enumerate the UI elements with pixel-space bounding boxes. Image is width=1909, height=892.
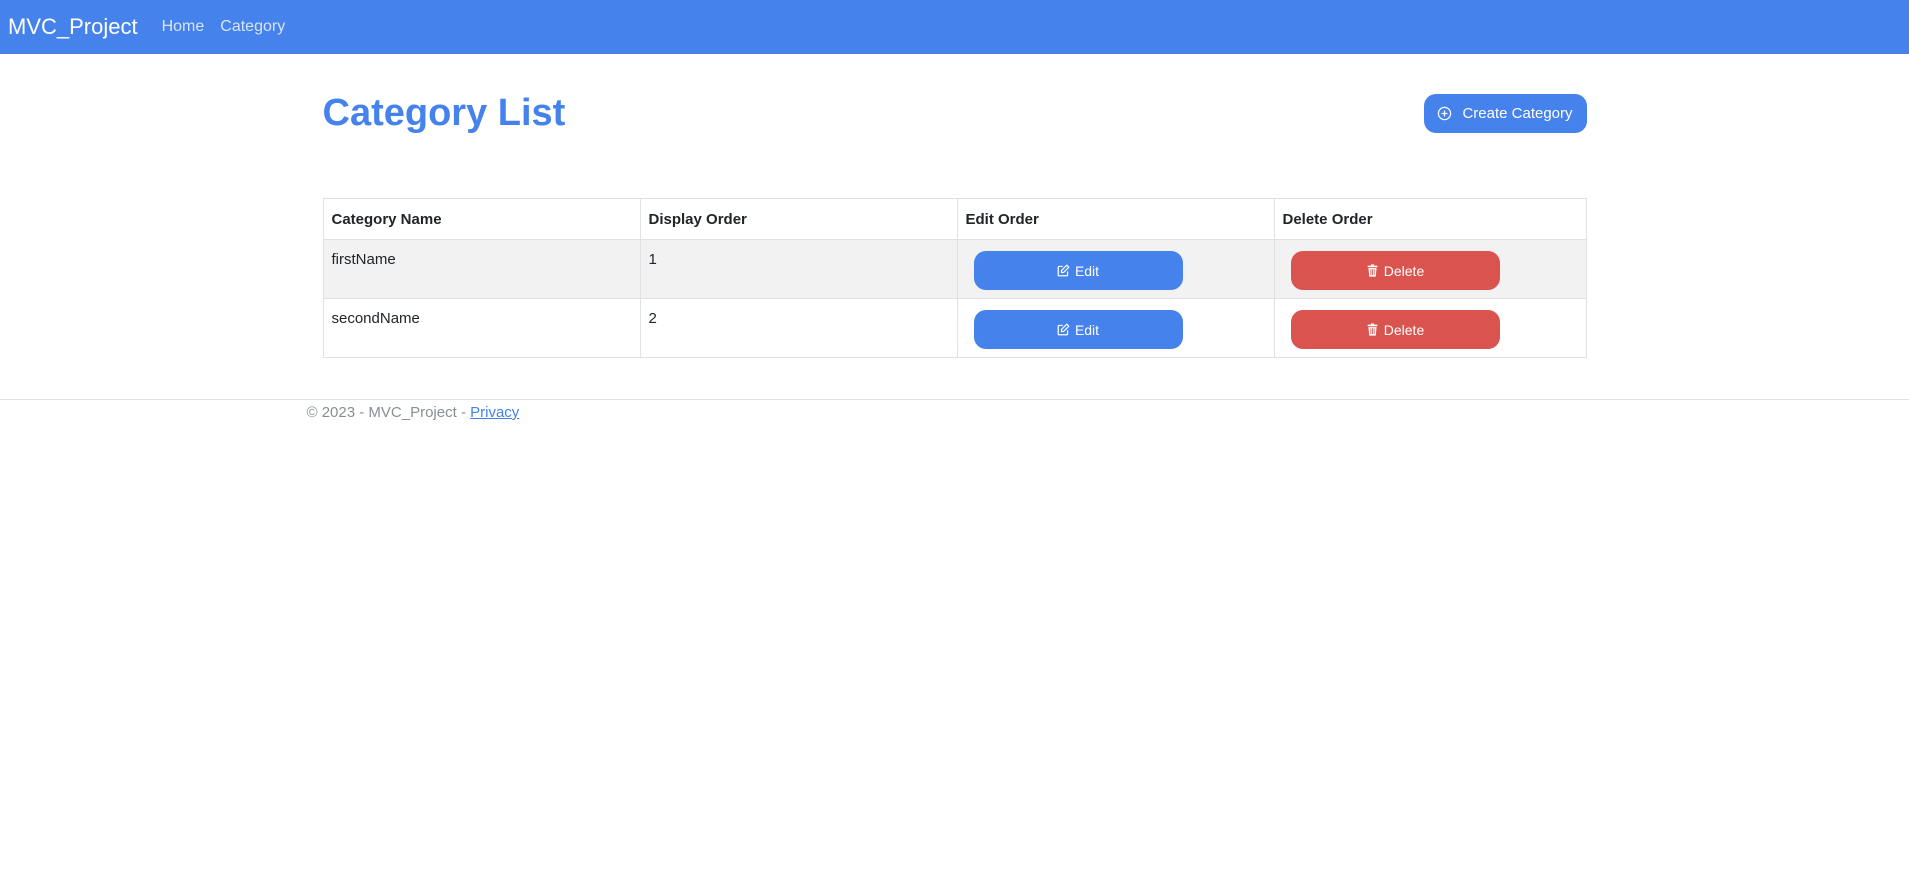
footer-content: © 2023 - MVC_Project - Privacy — [307, 400, 1603, 421]
page-title: Category List — [322, 92, 566, 134]
display-order-cell: 2 — [639, 298, 958, 358]
nav-link-category[interactable]: Category — [220, 18, 285, 36]
delete-cell: Delete — [1273, 239, 1587, 299]
create-category-button[interactable]: Create Category — [1423, 94, 1587, 133]
trash-icon — [1367, 264, 1378, 277]
table-header-row: Category Name Display Order Edit Order D… — [322, 198, 1587, 240]
edit-cell: Edit — [956, 298, 1275, 358]
page-footer: © 2023 - MVC_Project - Privacy — [0, 399, 1909, 421]
display-order-cell: 1 — [639, 239, 958, 299]
plus-circle-icon — [1438, 106, 1452, 121]
delete-label: Delete — [1383, 321, 1425, 338]
create-category-label: Create Category — [1462, 105, 1573, 122]
column-header-delete-order: Delete Order — [1273, 198, 1587, 240]
column-header-display-order: Display Order — [639, 198, 958, 240]
edit-icon — [1057, 264, 1070, 277]
table-row: firstName 1 Edit Delete — [322, 239, 1587, 299]
edit-label: Edit — [1074, 321, 1100, 338]
category-name-cell: secondName — [322, 298, 641, 358]
brand-link[interactable]: MVC_Project — [8, 14, 138, 40]
top-navbar: MVC_Project Home Category — [0, 0, 1909, 54]
nav-link-home[interactable]: Home — [162, 18, 205, 36]
edit-button[interactable]: Edit — [973, 251, 1183, 290]
edit-icon — [1057, 323, 1070, 336]
trash-icon — [1367, 323, 1378, 336]
main-container: Category List Create Category Category N… — [322, 54, 1587, 358]
delete-label: Delete — [1383, 262, 1425, 279]
table-row: secondName 2 Edit Delete — [322, 298, 1587, 358]
delete-cell: Delete — [1273, 298, 1587, 358]
column-header-edit-order: Edit Order — [956, 198, 1275, 240]
privacy-link[interactable]: Privacy — [470, 404, 519, 421]
delete-button[interactable]: Delete — [1290, 310, 1500, 349]
page-header: Category List Create Category — [323, 54, 1587, 198]
edit-label: Edit — [1074, 262, 1100, 279]
column-header-category-name: Category Name — [322, 198, 641, 240]
edit-button[interactable]: Edit — [973, 310, 1183, 349]
delete-button[interactable]: Delete — [1290, 251, 1500, 290]
category-table: Category Name Display Order Edit Order D… — [322, 198, 1587, 358]
edit-cell: Edit — [956, 239, 1275, 299]
footer-copyright: © 2023 - MVC_Project - — [306, 404, 471, 421]
category-name-cell: firstName — [322, 239, 641, 299]
